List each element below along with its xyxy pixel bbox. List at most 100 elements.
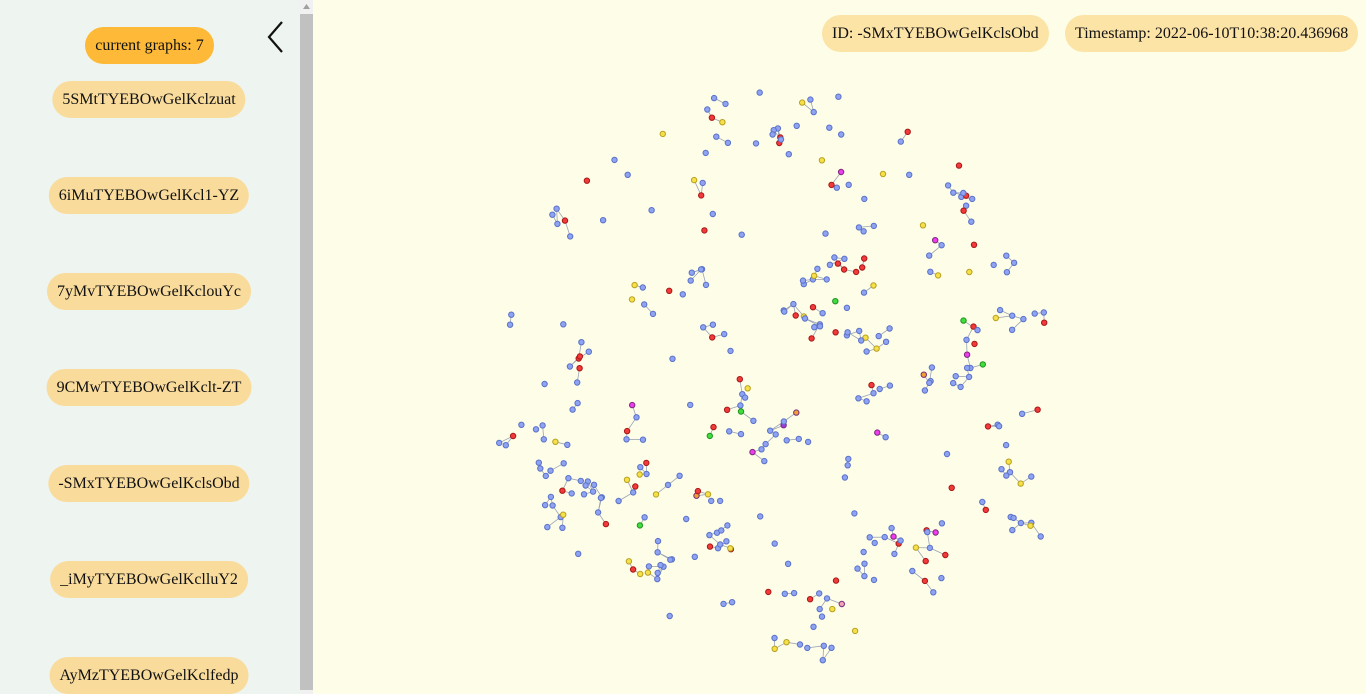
graph-node[interactable] bbox=[541, 380, 548, 388]
graph-node[interactable] bbox=[818, 157, 826, 164]
graph-node[interactable] bbox=[666, 287, 673, 294]
graph-node[interactable] bbox=[944, 182, 952, 189]
graph-node[interactable] bbox=[801, 315, 809, 322]
graph-node[interactable] bbox=[641, 514, 648, 521]
graph-node[interactable] bbox=[810, 272, 818, 279]
graph-node[interactable] bbox=[1017, 480, 1024, 487]
graph-node[interactable] bbox=[737, 402, 744, 409]
graph-node[interactable] bbox=[868, 381, 875, 389]
graph-node[interactable] bbox=[643, 470, 650, 478]
graph-node[interactable] bbox=[1027, 522, 1034, 529]
graph-node[interactable] bbox=[1005, 458, 1012, 465]
graph-node[interactable] bbox=[718, 527, 725, 534]
graph-item-selected[interactable]: -SMxTYEBOwGelKclsObd bbox=[48, 465, 250, 502]
graph-node[interactable] bbox=[569, 406, 576, 413]
graph-node[interactable] bbox=[1041, 319, 1048, 326]
graph-node[interactable] bbox=[932, 529, 939, 536]
graph-node[interactable] bbox=[792, 312, 799, 319]
graph-node[interactable] bbox=[919, 222, 927, 229]
graph-node[interactable] bbox=[971, 340, 978, 348]
graph-node[interactable] bbox=[641, 301, 648, 308]
graph-node[interactable] bbox=[860, 228, 867, 235]
graph-node[interactable] bbox=[699, 179, 706, 187]
graph-node[interactable] bbox=[547, 467, 554, 474]
graph-node[interactable] bbox=[585, 348, 592, 355]
graph-node[interactable] bbox=[882, 434, 889, 441]
graph-node[interactable] bbox=[631, 281, 638, 289]
graph-node[interactable] bbox=[982, 506, 989, 514]
graph-node[interactable] bbox=[567, 233, 574, 240]
graph-node[interactable] bbox=[819, 657, 826, 664]
graph-node[interactable] bbox=[749, 448, 756, 456]
graph-node[interactable] bbox=[881, 533, 888, 541]
graph-node[interactable] bbox=[508, 311, 515, 318]
graph-node[interactable] bbox=[876, 385, 883, 393]
graph-node[interactable] bbox=[574, 399, 581, 407]
graph-node[interactable] bbox=[963, 364, 971, 372]
graph-node[interactable] bbox=[667, 556, 674, 563]
graph-node[interactable] bbox=[781, 308, 788, 315]
graph-node[interactable] bbox=[654, 537, 662, 545]
graph-node[interactable] bbox=[995, 423, 1003, 430]
graph-node[interactable] bbox=[594, 509, 602, 516]
graph-node[interactable] bbox=[852, 268, 860, 276]
graph-node[interactable] bbox=[804, 644, 811, 652]
graph-node[interactable] bbox=[727, 545, 734, 552]
graph-node[interactable] bbox=[809, 304, 817, 311]
graph-node[interactable] bbox=[828, 181, 835, 189]
graph-node[interactable] bbox=[602, 520, 610, 528]
graph-node[interactable] bbox=[704, 491, 712, 498]
graph-node[interactable] bbox=[832, 329, 839, 336]
graph-node[interactable] bbox=[539, 422, 546, 429]
graph-node[interactable] bbox=[808, 335, 815, 342]
graph-node[interactable] bbox=[752, 140, 760, 147]
graph-node[interactable] bbox=[897, 138, 904, 145]
graph-node[interactable] bbox=[870, 576, 878, 584]
graph-node[interactable] bbox=[736, 376, 743, 383]
graph-node[interactable] bbox=[664, 481, 672, 489]
graph-node[interactable] bbox=[851, 510, 858, 517]
graph-item[interactable]: 7yMvTYEBOwGelKclouYc bbox=[47, 273, 251, 310]
graph-node[interactable] bbox=[998, 466, 1005, 473]
graph-node[interactable] bbox=[709, 321, 717, 328]
graph-node[interactable] bbox=[706, 432, 713, 440]
graph-node[interactable] bbox=[783, 639, 790, 646]
graph-node[interactable] bbox=[799, 277, 807, 284]
graph-node[interactable] bbox=[838, 131, 845, 138]
graph-node[interactable] bbox=[922, 557, 929, 565]
graph-node[interactable] bbox=[886, 325, 893, 332]
graph-node[interactable] bbox=[966, 268, 973, 276]
graph-node[interactable] bbox=[928, 364, 936, 371]
graph-node[interactable] bbox=[823, 595, 831, 602]
graph-node[interactable] bbox=[639, 284, 646, 291]
graph-node[interactable] bbox=[828, 644, 835, 651]
graph-node[interactable] bbox=[566, 363, 574, 370]
graph-node[interactable] bbox=[509, 432, 517, 440]
graph-node[interactable] bbox=[589, 488, 597, 495]
graph-node[interactable] bbox=[553, 205, 560, 212]
graph-node[interactable] bbox=[990, 261, 997, 269]
graph-node[interactable] bbox=[666, 612, 673, 620]
graph-node[interactable] bbox=[960, 317, 967, 324]
graph-node[interactable] bbox=[879, 170, 887, 178]
graph-node[interactable] bbox=[950, 379, 957, 387]
graph-node[interactable] bbox=[583, 177, 591, 184]
graph-node[interactable] bbox=[724, 522, 731, 529]
graph-node[interactable] bbox=[875, 332, 882, 340]
graph-node[interactable] bbox=[565, 475, 572, 482]
graph-node[interactable] bbox=[1040, 309, 1047, 316]
graph-node[interactable] bbox=[765, 588, 772, 596]
graph-node[interactable] bbox=[979, 498, 986, 506]
graph-node[interactable] bbox=[709, 334, 716, 341]
graph-node[interactable] bbox=[906, 171, 913, 179]
graph-node[interactable] bbox=[816, 605, 823, 613]
graph-node[interactable] bbox=[577, 477, 584, 485]
graph-node[interactable] bbox=[767, 427, 774, 434]
graph-node[interactable] bbox=[814, 265, 821, 272]
graph-node[interactable] bbox=[496, 439, 503, 447]
graph-node[interactable] bbox=[863, 348, 870, 355]
graph-node[interactable] bbox=[639, 436, 647, 443]
graph-node[interactable] bbox=[818, 613, 826, 620]
graph-node[interactable] bbox=[992, 314, 999, 322]
graph-node[interactable] bbox=[790, 300, 797, 308]
